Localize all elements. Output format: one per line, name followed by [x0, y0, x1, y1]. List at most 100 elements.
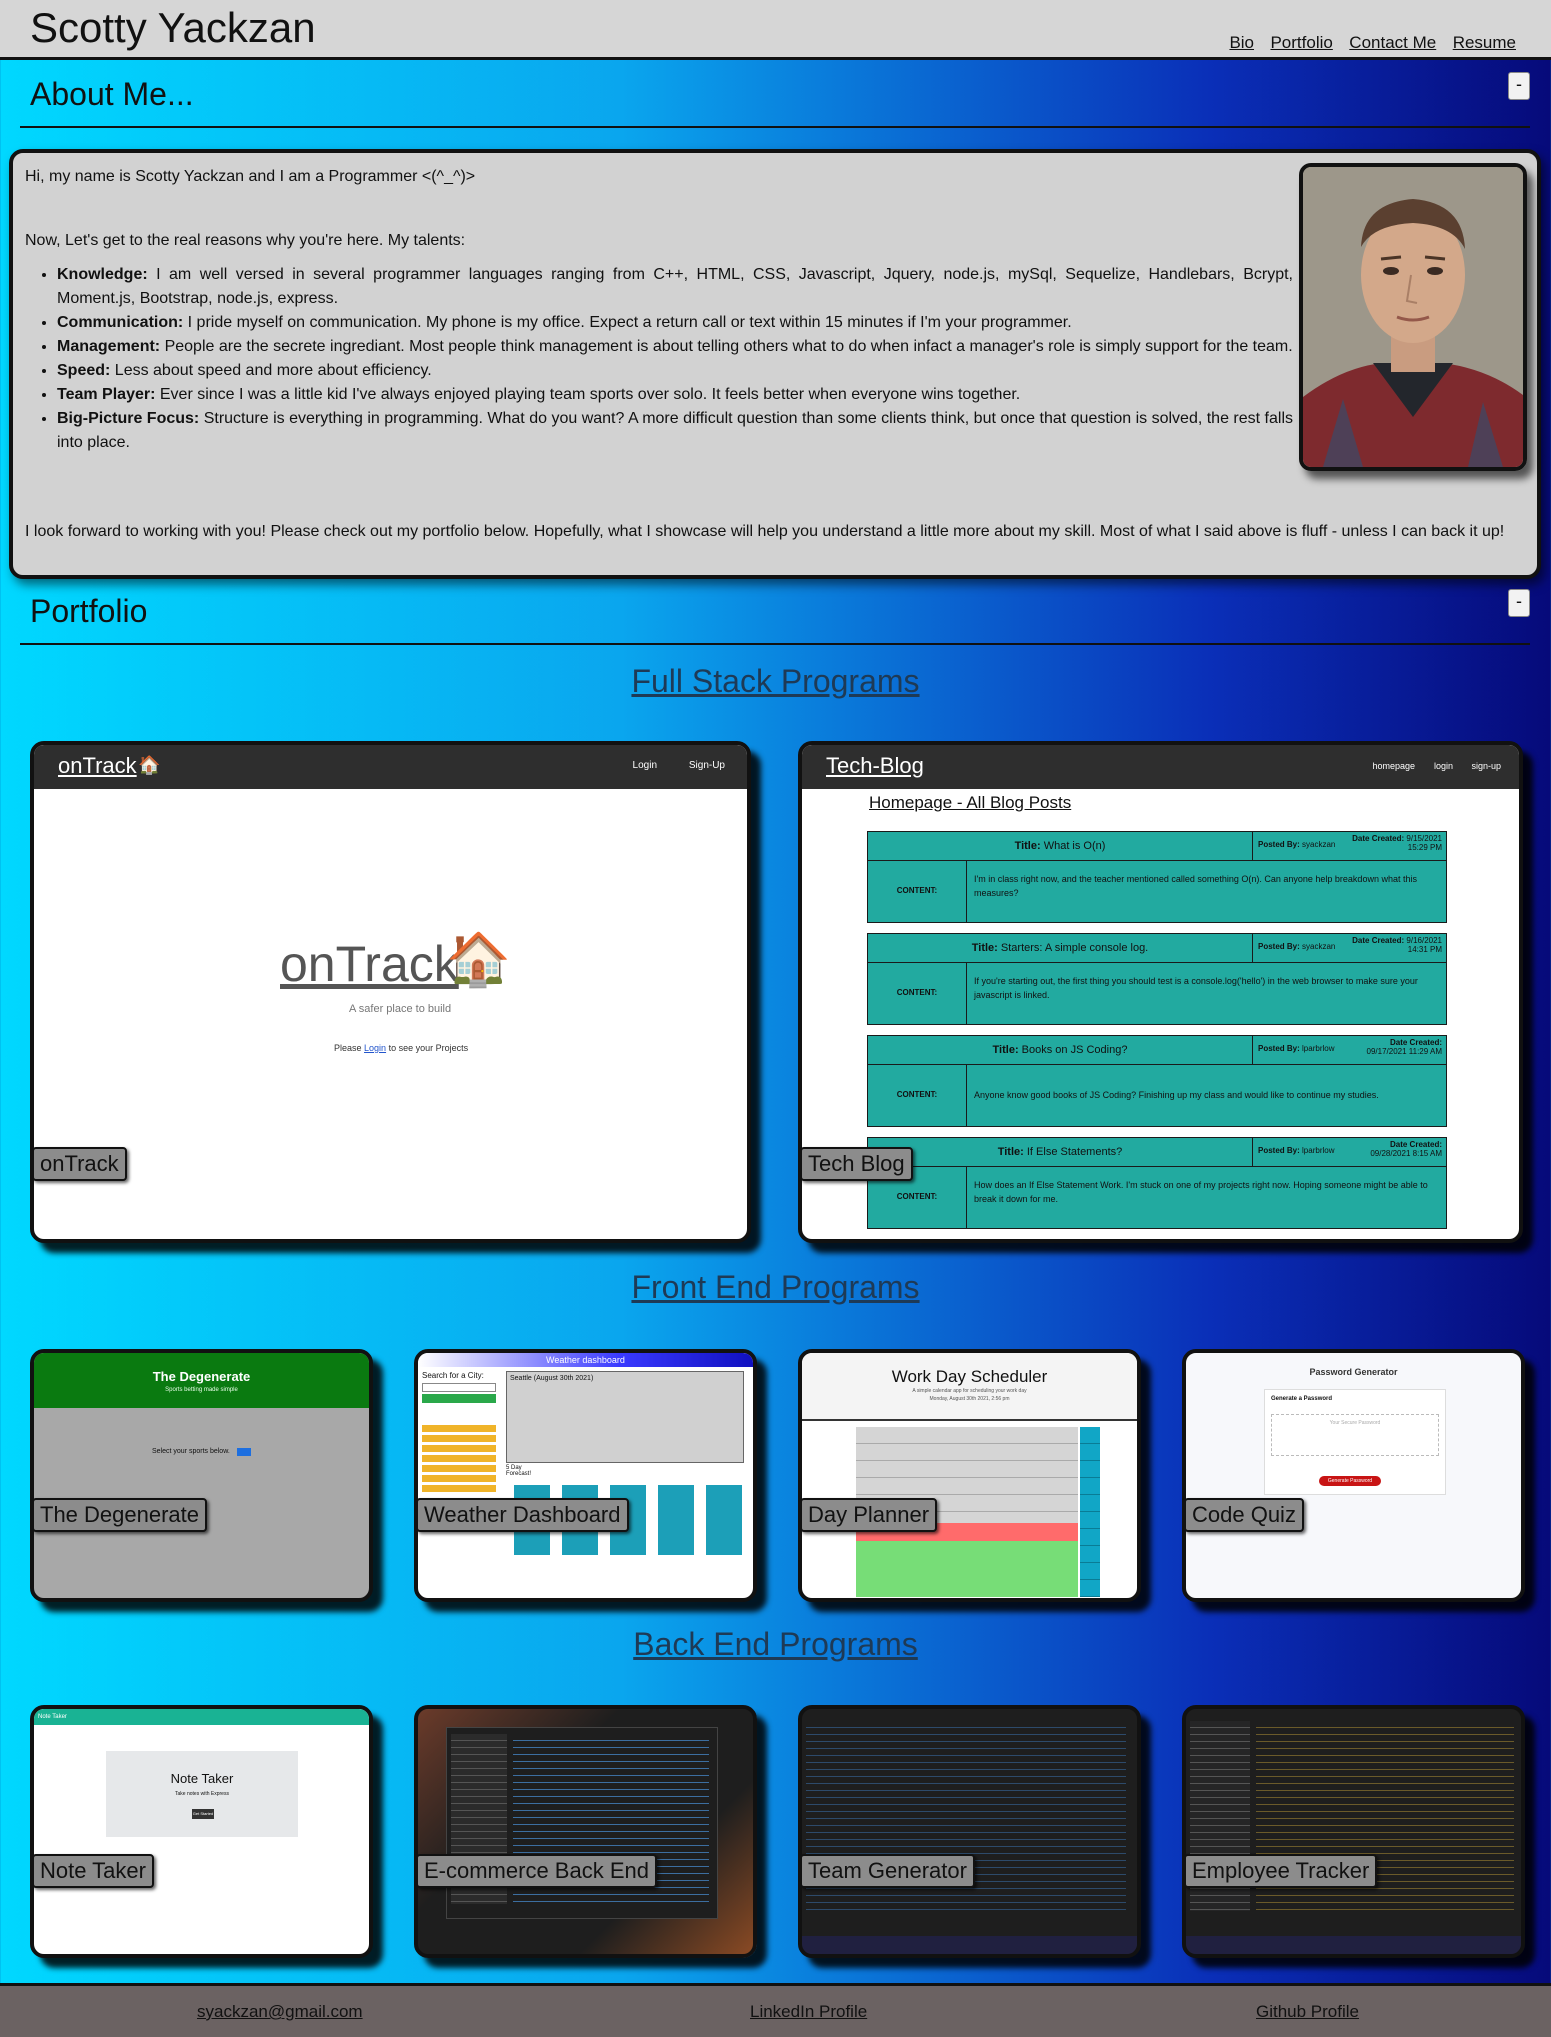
- post-date-label: Date Created:: [1389, 1038, 1442, 1047]
- talent-item: Communication: I pride myself on communi…: [57, 311, 1293, 335]
- talent-name: Communication:: [57, 314, 184, 331]
- notetaker-bar: Note Taker: [34, 1709, 369, 1725]
- degenerate-go-button: [237, 1448, 251, 1456]
- post-title: Starters: A simple console log.: [1000, 942, 1149, 954]
- about-collapse-button[interactable]: -: [1508, 72, 1530, 100]
- post-content-label: CONTENT:: [896, 988, 938, 997]
- post-author: syackzan: [1302, 942, 1336, 951]
- post-author: lparbrlow: [1302, 1044, 1335, 1053]
- nav-portfolio-link[interactable]: Portfolio: [1270, 33, 1332, 52]
- weather-city: Seattle (August 30th 2021): [510, 1375, 594, 1382]
- post-author-label: Posted By:: [1258, 942, 1300, 951]
- house-icon: 🏠: [138, 755, 161, 775]
- project-label: Code Quiz: [1186, 1498, 1304, 1532]
- project-card-note-taker[interactable]: Note Taker Note Taker Take notes with Ex…: [30, 1705, 373, 1958]
- talent-text: People are the secrete ingrediant. Most …: [160, 338, 1293, 355]
- project-card-ontrack[interactable]: onTrack 🏠 Login Sign-Up onTrack 🏠 A safe…: [30, 741, 751, 1243]
- post-title-label: Title:: [971, 942, 998, 954]
- talent-name: Big-Picture Focus:: [57, 410, 200, 427]
- about-section-header: About Me... -: [20, 68, 1530, 128]
- post-author-label: Posted By:: [1258, 1044, 1300, 1053]
- post-time: 15:29 PM: [1407, 843, 1442, 852]
- post-author-label: Posted By:: [1258, 1146, 1300, 1155]
- post-author-label: Posted By:: [1258, 840, 1300, 849]
- prompt-text: to see your Projects: [386, 1043, 469, 1053]
- post-date-label: Date Created:: [1352, 936, 1405, 945]
- blog-post: Title: Starters: A simple console log. P…: [867, 933, 1447, 1025]
- post-date: 09/28/2021: [1370, 1149, 1411, 1158]
- talent-text: I am well versed in several programmer l…: [57, 266, 1293, 307]
- weather-search-label: Search for a City:: [422, 1371, 484, 1380]
- project-card-team-generator[interactable]: Team Generator: [798, 1705, 1141, 1958]
- degenerate-subtitle: Sports betting made simple: [165, 1387, 238, 1393]
- house-icon: 🏠: [446, 931, 511, 989]
- project-card-code-quiz[interactable]: Password Generator Generate a Password Y…: [1182, 1349, 1525, 1602]
- ontrack-signup-link: Sign-Up: [688, 760, 725, 771]
- post-date: 09/17/2021: [1366, 1047, 1407, 1056]
- scheduler-title: Work Day Scheduler: [891, 1367, 1048, 1386]
- post-content: How does an If Else Statement Work. I'm …: [974, 1180, 1428, 1204]
- talent-item: Big-Picture Focus: Structure is everythi…: [57, 407, 1293, 455]
- post-time: 8:15 AM: [1412, 1149, 1442, 1158]
- blog-post: Title: Books on JS Coding? Posted By: lp…: [867, 1035, 1447, 1127]
- techblog-homepage-link: homepage: [1372, 761, 1415, 771]
- ontrack-brand: onTrack: [58, 753, 137, 778]
- project-label: Day Planner: [802, 1498, 938, 1532]
- front-end-title: Front End Programs: [631, 1269, 920, 1305]
- project-card-employee-tracker[interactable]: Employee Tracker: [1182, 1705, 1525, 1958]
- about-lead: Now, Let's get to the real reasons why y…: [25, 232, 466, 249]
- project-label: onTrack: [34, 1147, 127, 1181]
- project-label: Team Generator: [802, 1854, 975, 1888]
- post-title-label: Title:: [992, 1044, 1019, 1056]
- post-date-label: Date Created:: [1352, 834, 1405, 843]
- notetaker-title: Note Taker: [170, 1771, 234, 1786]
- about-title: About Me...: [30, 76, 194, 112]
- project-card-tech-blog[interactable]: Tech-Blog homepage login sign-up Homepag…: [798, 741, 1523, 1243]
- about-intro: Hi, my name is Scotty Yackzan and I am a…: [25, 168, 476, 185]
- main-nav: Bio Portfolio Contact Me Resume: [1217, 33, 1516, 53]
- site-header: Scotty Yackzan Bio Portfolio Contact Me …: [0, 0, 1551, 60]
- talent-text: Less about speed and more about efficien…: [110, 362, 432, 379]
- techblog-brand: Tech-Blog: [826, 753, 924, 778]
- post-date: 9/15/2021: [1406, 834, 1442, 843]
- post-title-label: Title:: [997, 1146, 1024, 1158]
- talent-name: Knowledge:: [57, 266, 148, 283]
- scheduler-date: Monday, August 30th 2021, 2:56 pm: [929, 1396, 1010, 1402]
- project-card-ecommerce[interactable]: E-commerce Back End: [414, 1705, 757, 1958]
- techblog-heading: Homepage - All Blog Posts: [869, 793, 1072, 812]
- footer-github-link[interactable]: Github Profile: [1256, 2002, 1359, 2022]
- techblog-login-link: login: [1433, 761, 1453, 771]
- nav-bio-link[interactable]: Bio: [1229, 33, 1254, 52]
- project-label: Employee Tracker: [1186, 1854, 1378, 1888]
- project-card-day-planner[interactable]: Work Day Scheduler A simple calendar app…: [798, 1349, 1141, 1602]
- project-card-weather[interactable]: Weather dashboard Search for a City: Sea…: [414, 1349, 757, 1602]
- post-author: lparbrlow: [1302, 1146, 1335, 1155]
- post-content: Anyone know good books of JS Coding? Fin…: [974, 1090, 1379, 1100]
- footer-linkedin-link[interactable]: LinkedIn Profile: [750, 2002, 867, 2022]
- password-title: Password Generator: [1309, 1367, 1398, 1377]
- about-closing: I look forward to working with you! Plea…: [25, 523, 1505, 540]
- nav-contact-link[interactable]: Contact Me: [1349, 33, 1436, 52]
- ontrack-logo: onTrack: [280, 936, 459, 992]
- talent-text: Structure is everything in programming. …: [57, 410, 1294, 451]
- talent-item: Knowledge: I am well versed in several p…: [57, 263, 1293, 311]
- talent-item: Team Player: Ever since I was a little k…: [57, 383, 1293, 407]
- nav-resume-link[interactable]: Resume: [1453, 33, 1516, 52]
- post-date-label: Date Created:: [1389, 1140, 1442, 1149]
- portfolio-collapse-button[interactable]: -: [1508, 589, 1530, 617]
- post-content-label: CONTENT:: [896, 1090, 938, 1099]
- full-stack-title: Full Stack Programs: [631, 663, 920, 699]
- prompt-text: Please: [334, 1043, 365, 1053]
- project-label: Note Taker: [34, 1854, 154, 1888]
- post-date: 9/16/2021: [1406, 936, 1442, 945]
- ontrack-prompt: Please Login to see your Projects: [334, 1043, 468, 1053]
- talent-item: Speed: Less about speed and more about e…: [57, 359, 1293, 383]
- project-card-degenerate[interactable]: The Degenerate Sports betting made simpl…: [30, 1349, 373, 1602]
- project-label: Weather Dashboard: [418, 1498, 629, 1532]
- talent-list: Knowledge: I am well versed in several p…: [25, 263, 1293, 455]
- blog-post: Title: What is O(n) Posted By: syackzan …: [867, 831, 1447, 923]
- post-title: What is O(n): [1043, 840, 1106, 852]
- back-end-title: Back End Programs: [633, 1626, 918, 1662]
- degenerate-prompt: Select your sports below.: [152, 1448, 230, 1455]
- footer-email-link[interactable]: syackzan@gmail.com: [197, 2002, 363, 2022]
